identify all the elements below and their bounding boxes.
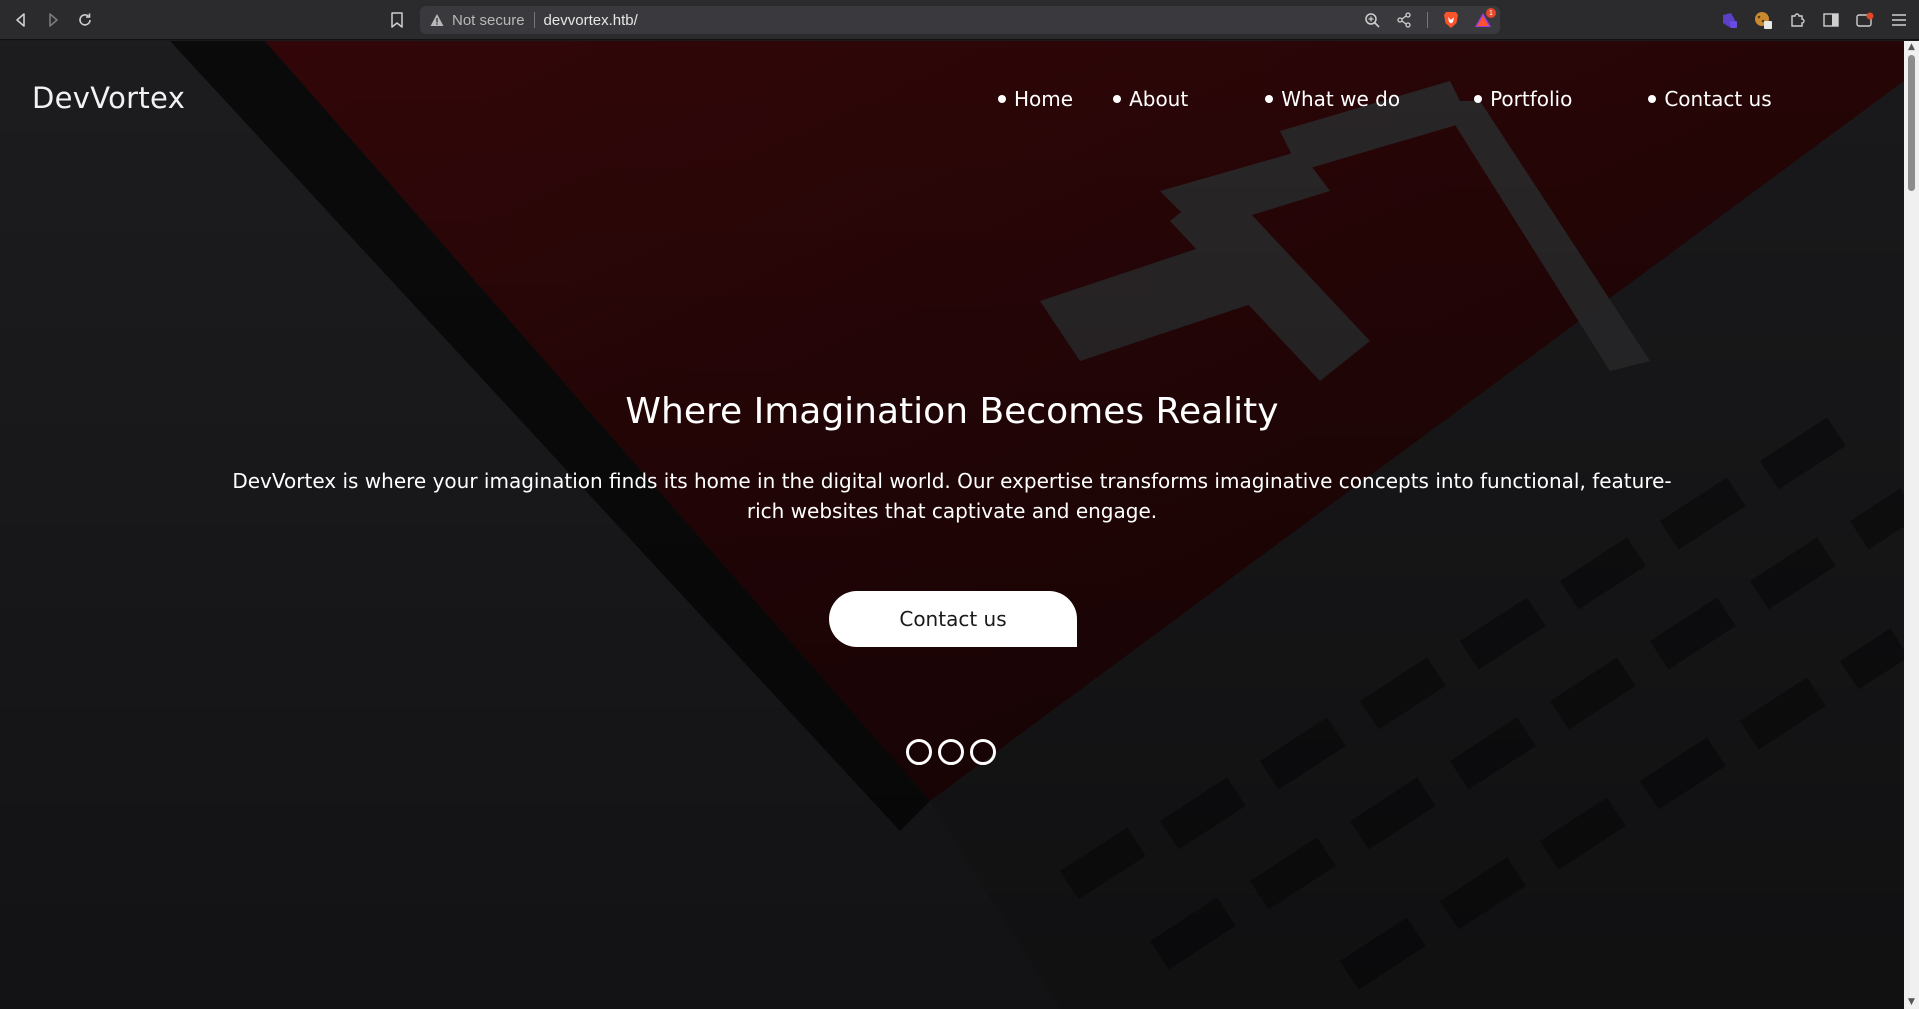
reload-icon[interactable] xyxy=(73,8,97,32)
bullet-icon xyxy=(1474,95,1483,103)
hero-description: DevVortex is where your imagination find… xyxy=(232,469,1672,523)
main-navigation: Home About What we do Portfolio Contact … xyxy=(998,87,1772,111)
hamburger-menu-icon[interactable] xyxy=(1889,10,1909,30)
bullet-icon xyxy=(1265,95,1274,103)
contact-us-button[interactable]: Contact us xyxy=(829,591,1077,647)
nav-item-what-we-do[interactable]: What we do xyxy=(1265,87,1400,111)
brave-lion-icon[interactable] xyxy=(1442,11,1460,29)
page-scrollbar[interactable]: ▲ ▼ xyxy=(1904,41,1919,1009)
nav-item-label: Contact us xyxy=(1664,87,1772,111)
nav-item-portfolio[interactable]: Portfolio xyxy=(1474,87,1572,111)
back-arrow-icon[interactable] xyxy=(9,8,33,32)
bookmark-icon[interactable] xyxy=(385,8,409,32)
sidebar-icon[interactable] xyxy=(1821,10,1841,30)
rewards-badge: 1 xyxy=(1486,8,1496,18)
carousel-indicator-2[interactable] xyxy=(938,739,964,765)
url-text[interactable]: devvortex.htb/ xyxy=(544,12,638,29)
puzzle-icon[interactable] xyxy=(1787,10,1807,30)
site-brand-logo[interactable]: DevVortex xyxy=(32,81,185,115)
nav-item-label: Home xyxy=(1014,87,1074,111)
forward-arrow-icon[interactable] xyxy=(41,8,65,32)
nav-item-label: What we do xyxy=(1281,87,1401,111)
warning-triangle-icon xyxy=(430,13,444,27)
security-label[interactable]: Not secure xyxy=(452,12,525,29)
zoom-icon[interactable] xyxy=(1363,11,1381,29)
scroll-up-arrow-icon[interactable]: ▲ xyxy=(1907,43,1916,52)
brave-rewards-icon[interactable]: 1 xyxy=(1474,8,1496,29)
extension-icon[interactable] xyxy=(1719,10,1739,30)
carousel-indicator-1[interactable] xyxy=(906,739,932,765)
url-separator xyxy=(533,12,535,28)
share-icon[interactable] xyxy=(1395,11,1413,29)
cookie-extension-icon[interactable] xyxy=(1753,10,1773,30)
carousel-indicator-3[interactable] xyxy=(970,739,996,765)
scroll-down-arrow-icon[interactable]: ▼ xyxy=(1907,998,1916,1007)
webpage: DevVortex Home About What we do Portfoli… xyxy=(0,41,1904,1009)
nav-item-label: About xyxy=(1129,87,1189,111)
bullet-icon xyxy=(998,95,1006,103)
nav-item-home[interactable]: Home xyxy=(998,87,1073,111)
bullet-icon xyxy=(1648,95,1657,103)
browser-toolbar: Not secure devvortex.htb/ 1 xyxy=(0,0,1919,40)
nav-item-contact-us[interactable]: Contact us xyxy=(1648,87,1772,111)
nav-item-label: Portfolio xyxy=(1490,87,1573,111)
wallet-icon[interactable] xyxy=(1855,10,1875,30)
hero-title: Where Imagination Becomes Reality xyxy=(625,391,1279,432)
scroll-thumb[interactable] xyxy=(1908,55,1915,191)
address-bar[interactable]: Not secure devvortex.htb/ 1 xyxy=(420,6,1500,34)
carousel-indicators xyxy=(906,739,996,765)
divider xyxy=(1427,12,1428,28)
nav-item-about[interactable]: About xyxy=(1113,87,1188,111)
bullet-icon xyxy=(1113,95,1122,103)
